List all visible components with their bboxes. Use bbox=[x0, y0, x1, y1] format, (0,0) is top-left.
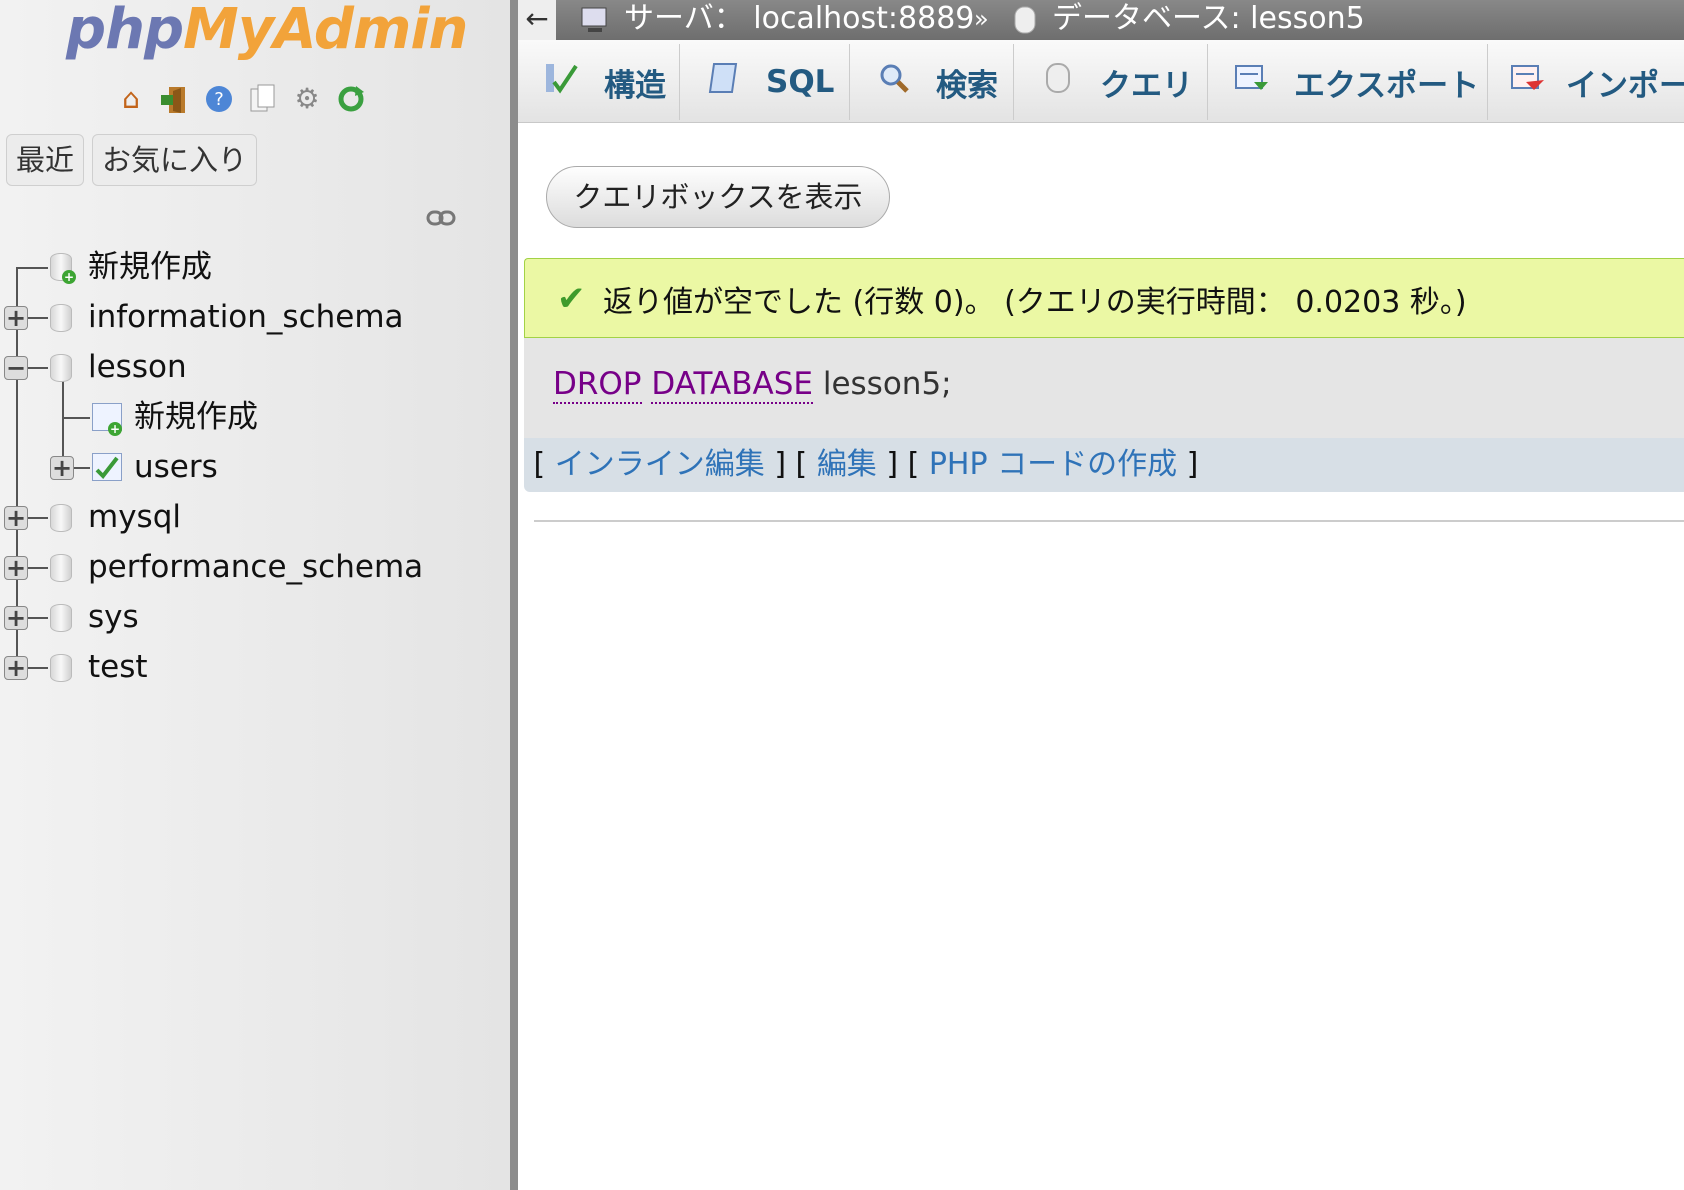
tab-label: 検索 bbox=[936, 67, 998, 104]
tab-query[interactable]: クエリ bbox=[1014, 44, 1208, 120]
tree-db-information-schema[interactable]: information_schema bbox=[88, 292, 404, 342]
breadcrumb: ← サーバ： localhost:8889 » データベース: lesson5 bbox=[518, 0, 1684, 40]
table-structure-icon bbox=[92, 453, 122, 481]
back-arrow-icon[interactable]: ← bbox=[518, 0, 556, 40]
tab-bar: 構造 SQL 検索 クエリ エクスポート インポー bbox=[518, 40, 1684, 123]
database-value: lesson5 bbox=[1250, 1, 1365, 36]
recent-button[interactable]: 最近 bbox=[6, 134, 85, 186]
database-icon bbox=[50, 604, 72, 632]
collapse-icon[interactable]: − bbox=[4, 356, 28, 380]
panel-resize-handle[interactable] bbox=[510, 0, 518, 1190]
tab-label: エクスポート bbox=[1294, 67, 1480, 104]
tab-label: クエリ bbox=[1100, 67, 1193, 104]
inline-edit-link[interactable]: インライン編集 bbox=[555, 447, 765, 482]
breadcrumb-database[interactable]: データベース: lesson5 bbox=[1052, 0, 1365, 38]
tree-line bbox=[28, 667, 48, 669]
search-icon bbox=[872, 62, 916, 102]
expand-icon[interactable]: + bbox=[4, 306, 28, 330]
add-icon: + bbox=[108, 422, 122, 436]
database-icon bbox=[50, 354, 72, 382]
success-check-icon: ✔ bbox=[557, 279, 586, 319]
tree-line bbox=[74, 467, 90, 469]
tree-new-database[interactable]: 新規作成 bbox=[88, 242, 212, 292]
show-query-box-button[interactable]: クエリボックスを表示 bbox=[546, 166, 890, 228]
server-label: サーバ： bbox=[624, 1, 744, 36]
server-icon bbox=[580, 6, 610, 44]
tab-sql[interactable]: SQL bbox=[680, 44, 850, 120]
tab-label: SQL bbox=[766, 64, 835, 100]
database-icon bbox=[50, 554, 72, 582]
tree-db-lesson[interactable]: lesson bbox=[88, 342, 187, 392]
tab-label: インポー bbox=[1566, 67, 1684, 104]
query-icon bbox=[1036, 62, 1080, 102]
nav-tab-buttons: 最近 お気に入り bbox=[6, 134, 258, 186]
sql-icon bbox=[702, 60, 746, 104]
tree-db-sys[interactable]: sys bbox=[88, 592, 139, 642]
sql-keyword-drop[interactable]: DROP bbox=[553, 366, 642, 404]
success-message-text: 返り値が空でした (行数 0)。 (クエリの実行時間： 0.0203 秒。) bbox=[603, 285, 1467, 320]
phpmyadmin-logo[interactable]: phpMyAdmin bbox=[66, 0, 468, 62]
help-icon[interactable]: ? bbox=[202, 82, 236, 116]
expand-icon[interactable]: + bbox=[50, 456, 74, 480]
expand-icon[interactable]: + bbox=[4, 656, 28, 680]
tab-label: 構造 bbox=[604, 67, 666, 104]
breadcrumb-server[interactable]: サーバ： localhost:8889 bbox=[624, 0, 974, 38]
tree-line bbox=[62, 417, 90, 419]
database-icon bbox=[50, 304, 72, 332]
database-icon bbox=[50, 654, 72, 682]
tree-line bbox=[16, 267, 48, 269]
sql-statement: DROP DATABASE lesson5; bbox=[553, 366, 952, 404]
tree-line bbox=[28, 317, 48, 319]
tree-line bbox=[28, 567, 48, 569]
link-with-main-panel-icon[interactable] bbox=[426, 208, 456, 228]
divider bbox=[534, 520, 1684, 522]
server-value: localhost:8889 bbox=[753, 1, 975, 36]
tree-table-users[interactable]: users bbox=[134, 442, 218, 492]
database-icon bbox=[1014, 6, 1036, 44]
sql-keyword-database[interactable]: DATABASE bbox=[651, 366, 813, 404]
tree-db-mysql[interactable]: mysql bbox=[88, 492, 181, 542]
tree-db-test[interactable]: test bbox=[88, 642, 148, 692]
tree-line bbox=[28, 367, 48, 369]
tree-line bbox=[28, 617, 48, 619]
sql-identifier: lesson5; bbox=[822, 366, 952, 402]
nav-icon-bar: ⌂ ? ⚙ bbox=[114, 82, 368, 118]
settings-icon[interactable]: ⚙ bbox=[290, 82, 324, 116]
expand-icon[interactable]: + bbox=[4, 606, 28, 630]
reload-icon[interactable] bbox=[334, 82, 368, 116]
edit-link[interactable]: 編集 bbox=[817, 447, 877, 482]
home-icon[interactable]: ⌂ bbox=[114, 82, 148, 116]
add-icon: + bbox=[62, 270, 76, 284]
export-icon bbox=[1230, 62, 1274, 102]
docs-icon[interactable] bbox=[246, 82, 280, 116]
database-tree: + 新規作成 + information_schema − lesson + 新… bbox=[0, 240, 510, 700]
expand-icon[interactable]: + bbox=[4, 506, 28, 530]
tab-structure[interactable]: 構造 bbox=[518, 44, 680, 120]
structure-icon bbox=[540, 62, 584, 102]
logo-php-text: php bbox=[66, 0, 184, 62]
breadcrumb-separator: » bbox=[974, 5, 989, 33]
tree-line bbox=[28, 517, 48, 519]
svg-text:?: ? bbox=[214, 89, 224, 110]
tab-import[interactable]: インポー bbox=[1488, 44, 1684, 120]
create-php-code-link[interactable]: PHP コードの作成 bbox=[929, 447, 1177, 482]
logo-myadmin-text: MyAdmin bbox=[183, 0, 468, 62]
tab-export[interactable]: エクスポート bbox=[1208, 44, 1488, 120]
favorites-button[interactable]: お気に入り bbox=[92, 134, 258, 186]
tree-new-table[interactable]: 新規作成 bbox=[134, 392, 258, 442]
database-label: データベース: bbox=[1052, 1, 1241, 36]
tree-db-performance-schema[interactable]: performance_schema bbox=[88, 542, 423, 592]
navigation-panel: phpMyAdmin ⌂ ? ⚙ 最近 お気に入り + 新規作成 + infor… bbox=[0, 0, 510, 1190]
import-icon bbox=[1510, 62, 1546, 102]
success-message: ✔ 返り値が空でした (行数 0)。 (クエリの実行時間： 0.0203 秒。) bbox=[524, 258, 1684, 338]
database-icon bbox=[50, 504, 72, 532]
query-action-links: [ インライン編集 ] [ 編集 ] [ PHP コードの作成 ] bbox=[524, 438, 1684, 492]
sql-query-display: DROP DATABASE lesson5; bbox=[524, 338, 1684, 438]
logout-icon[interactable] bbox=[158, 82, 192, 116]
expand-icon[interactable]: + bbox=[4, 556, 28, 580]
tab-search[interactable]: 検索 bbox=[850, 44, 1014, 120]
